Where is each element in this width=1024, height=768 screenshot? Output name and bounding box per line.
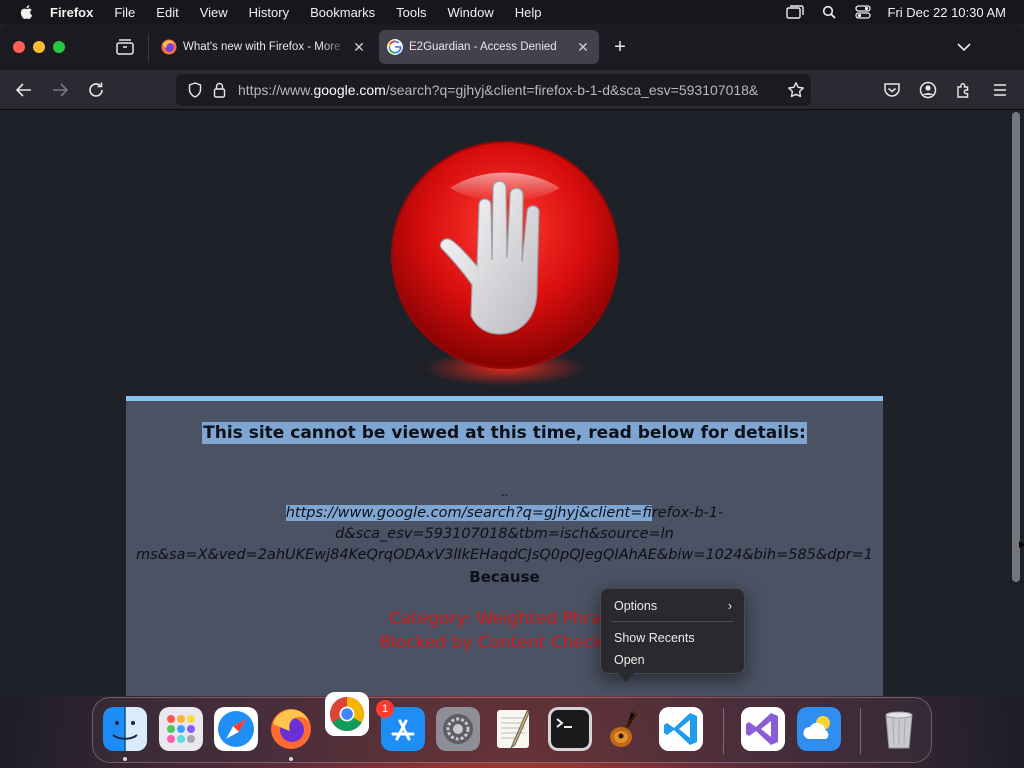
bookmark-star-icon[interactable] bbox=[787, 81, 805, 99]
menu-bar: Firefox File Edit View History Bookmarks… bbox=[0, 0, 1024, 24]
blocked-url: https://www.google.com/search?q=gjhyj&cl… bbox=[126, 503, 883, 566]
context-menu-options[interactable]: Options › bbox=[601, 595, 744, 617]
url-text: https://www.google.com/search?q=gjhyj&cl… bbox=[238, 82, 774, 98]
firefox-view-icon[interactable] bbox=[115, 38, 135, 56]
chevron-right-icon: › bbox=[727, 599, 732, 613]
screen-mirroring-icon[interactable] bbox=[785, 4, 804, 20]
context-menu-show-recents-label: Show Recents bbox=[614, 631, 695, 645]
arrow-right-icon bbox=[53, 83, 69, 97]
account-button[interactable] bbox=[918, 80, 938, 100]
control-center-icon[interactable] bbox=[854, 4, 872, 20]
safari-icon[interactable] bbox=[214, 707, 258, 751]
menu-tools[interactable]: Tools bbox=[396, 5, 426, 20]
launchpad-icon[interactable] bbox=[159, 707, 203, 751]
menu-bookmarks[interactable]: Bookmarks bbox=[310, 5, 375, 20]
menu-app-name[interactable]: Firefox bbox=[50, 5, 93, 20]
tab-title: What's new with Firefox - More bbox=[183, 41, 341, 53]
firefox-running-indicator bbox=[289, 757, 293, 761]
url-prefix: https://www. bbox=[238, 82, 314, 98]
pocket-icon bbox=[884, 83, 900, 97]
tab-close-icon[interactable]: ✕ bbox=[351, 39, 367, 55]
window-minimize-button[interactable] bbox=[33, 41, 45, 53]
stop-hand-icon bbox=[391, 141, 619, 386]
reload-icon bbox=[89, 82, 103, 97]
finder-icon[interactable] bbox=[103, 707, 147, 751]
page-title: This site cannot be viewed at this time,… bbox=[126, 422, 883, 444]
page-content: This site cannot be viewed at this time,… bbox=[0, 110, 1024, 696]
menubar-clock[interactable]: Fri Dec 22 10:30 AM bbox=[888, 5, 1007, 20]
pocket-button[interactable] bbox=[882, 80, 902, 100]
context-menu-options-label: Options bbox=[614, 599, 658, 613]
context-menu-open[interactable]: Open bbox=[601, 649, 744, 671]
tab-separator bbox=[148, 34, 149, 62]
chrome-icon[interactable] bbox=[325, 692, 369, 736]
menu-window[interactable]: Window bbox=[448, 5, 494, 20]
menu-file[interactable]: File bbox=[114, 5, 135, 20]
visual-studio-icon[interactable] bbox=[741, 707, 785, 751]
menu-edit[interactable]: Edit bbox=[156, 5, 178, 20]
page-title-text: This site cannot be viewed at this time,… bbox=[202, 422, 807, 444]
finder-running-indicator bbox=[123, 757, 127, 761]
apple-menu-icon[interactable] bbox=[18, 3, 36, 21]
because-label: Because bbox=[469, 568, 540, 586]
lock-icon[interactable] bbox=[210, 81, 228, 99]
account-icon bbox=[919, 81, 937, 99]
chevron-down-icon[interactable] bbox=[955, 39, 973, 55]
window-zoom-button[interactable] bbox=[53, 41, 65, 53]
block-reason-category: Category: Weighted Phrase bbox=[388, 609, 621, 629]
spotlight-search-icon[interactable] bbox=[820, 4, 838, 20]
trash-icon[interactable] bbox=[877, 707, 921, 751]
back-button[interactable] bbox=[14, 80, 34, 100]
garageband-icon[interactable] bbox=[603, 707, 647, 751]
firefox-window: What's new with Firefox - More ✕ E2Guard… bbox=[0, 24, 1024, 696]
reload-button[interactable] bbox=[86, 80, 106, 100]
firefox-dock-icon[interactable] bbox=[269, 707, 313, 751]
hamburger-menu-icon bbox=[994, 84, 1006, 96]
tab-e2guardian[interactable]: E2Guardian - Access Denied ✕ bbox=[379, 30, 599, 64]
context-menu-open-label: Open bbox=[614, 653, 645, 667]
separator-dashes: -- bbox=[500, 489, 509, 501]
window-close-button[interactable] bbox=[13, 41, 25, 53]
tab-title: E2Guardian - Access Denied bbox=[409, 41, 557, 53]
system-settings-icon[interactable] bbox=[436, 707, 480, 751]
firefox-icon bbox=[161, 39, 177, 55]
mouse-cursor: ▸ bbox=[1019, 536, 1024, 551]
terminal-icon[interactable] bbox=[548, 707, 592, 751]
new-tab-button[interactable]: + bbox=[611, 37, 629, 57]
tab-strip: What's new with Firefox - More ✕ E2Guard… bbox=[0, 24, 1024, 70]
context-menu-divider bbox=[611, 621, 734, 622]
vscode-icon[interactable] bbox=[659, 707, 703, 751]
access-denied-panel: This site cannot be viewed at this time,… bbox=[126, 396, 883, 696]
blocked-url-selected: https://www.google.com/search?q=gjhyj&cl… bbox=[285, 505, 652, 521]
forward-button[interactable] bbox=[50, 80, 70, 100]
menu-history[interactable]: History bbox=[249, 5, 289, 20]
textedit-icon[interactable] bbox=[491, 707, 535, 751]
dock-separator bbox=[723, 708, 724, 754]
block-reason: Category: Weighted Phrase Blocked by Con… bbox=[126, 607, 883, 655]
url-bar[interactable]: https://www.google.com/search?q=gjhyj&cl… bbox=[176, 74, 811, 106]
google-icon bbox=[387, 39, 403, 55]
dock-context-menu: Options › Show Recents Open bbox=[600, 588, 745, 674]
app-menu-button[interactable] bbox=[990, 80, 1010, 100]
system-settings-badge: 1 bbox=[376, 700, 394, 718]
arrow-left-icon bbox=[15, 83, 31, 97]
vertical-scrollbar[interactable] bbox=[1012, 112, 1020, 582]
url-domain: google.com bbox=[313, 82, 386, 98]
block-reason-detail: Blocked by Content Checking bbox=[379, 633, 630, 653]
weather-icon[interactable] bbox=[797, 707, 841, 751]
context-menu-show-recents[interactable]: Show Recents bbox=[601, 627, 744, 649]
puzzle-piece-icon bbox=[957, 83, 969, 98]
tracking-protection-shield-icon[interactable] bbox=[186, 81, 204, 99]
menu-help[interactable]: Help bbox=[515, 5, 542, 20]
dock bbox=[92, 692, 932, 763]
extensions-button[interactable] bbox=[954, 80, 974, 100]
tab-close-icon[interactable]: ✕ bbox=[575, 39, 591, 55]
navigation-toolbar: https://www.google.com/search?q=gjhyj&cl… bbox=[0, 70, 1024, 110]
context-menu-pointer bbox=[618, 673, 634, 682]
url-path: /search?q=gjhyj&client=firefox-b-1-d&sca… bbox=[385, 82, 759, 98]
tab-whats-new[interactable]: What's new with Firefox - More ✕ bbox=[153, 30, 375, 64]
menu-view[interactable]: View bbox=[200, 5, 228, 20]
dock-separator bbox=[860, 708, 861, 754]
